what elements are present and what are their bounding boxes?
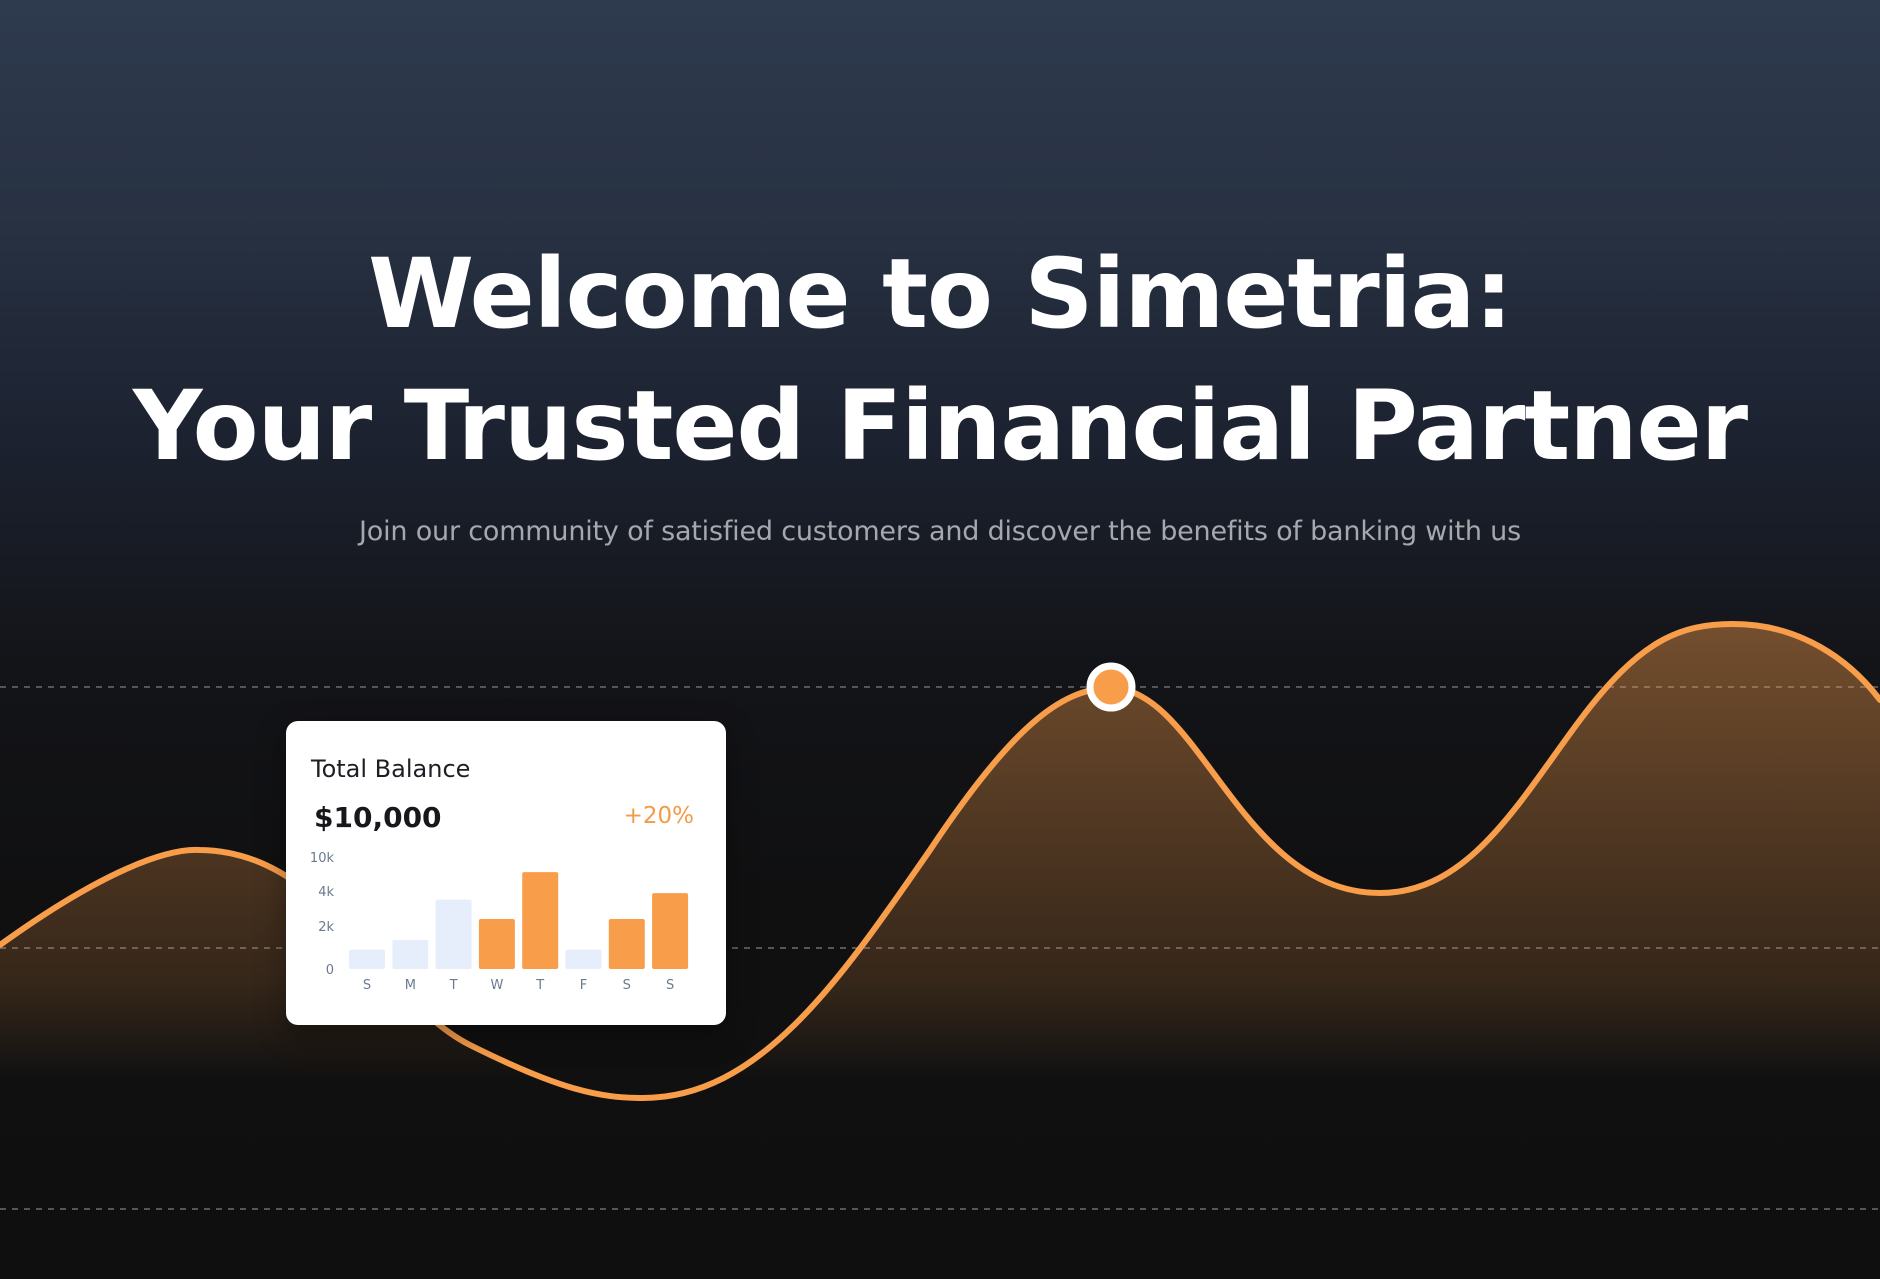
hero-title-line-2: Your Trusted Financial Partner	[132, 370, 1748, 482]
x-tick-label: M	[405, 978, 416, 993]
highlight-point[interactable]	[1086, 662, 1136, 712]
background-wave-chart	[0, 620, 1880, 1279]
y-tick-label: 2k	[318, 920, 334, 935]
y-tick-label: 4k	[318, 885, 334, 900]
x-tick-label: S	[666, 978, 674, 993]
chart-bar[interactable]	[522, 872, 559, 969]
chart-bar[interactable]	[565, 949, 602, 969]
balance-label: Total Balance	[311, 755, 471, 783]
x-tick-label: F	[580, 978, 587, 993]
x-tick-label: S	[623, 978, 631, 993]
chart-bar[interactable]	[608, 918, 645, 969]
chart-bar[interactable]	[478, 918, 515, 969]
balance-amount: $10,000	[314, 801, 442, 834]
x-tick-label: T	[449, 978, 458, 993]
chart-bar[interactable]	[435, 899, 472, 969]
chart-bar[interactable]	[349, 949, 385, 969]
hero-title: Welcome to Simetria: Your Trusted Financ…	[0, 228, 1880, 492]
total-balance-card[interactable]: 0 2k 4k 10k S M T W T F S S Total Balance $10,000 +…	[286, 721, 726, 1025]
chart-bar[interactable]	[392, 939, 429, 969]
balance-change-badge: +20%	[623, 803, 694, 829]
y-tick-label: 0	[326, 963, 334, 978]
hero-subtitle: Join our community of satisfied customer…	[359, 516, 1521, 547]
x-tick-label: W	[490, 978, 503, 993]
y-tick-label: 10k	[310, 851, 335, 866]
x-tick-label: T	[535, 978, 544, 993]
wave-area-fill	[0, 624, 1880, 1279]
chart-bar[interactable]	[652, 893, 689, 969]
hero-title-line-1: Welcome to Simetria:	[368, 238, 1513, 350]
x-tick-label: S	[363, 978, 371, 993]
